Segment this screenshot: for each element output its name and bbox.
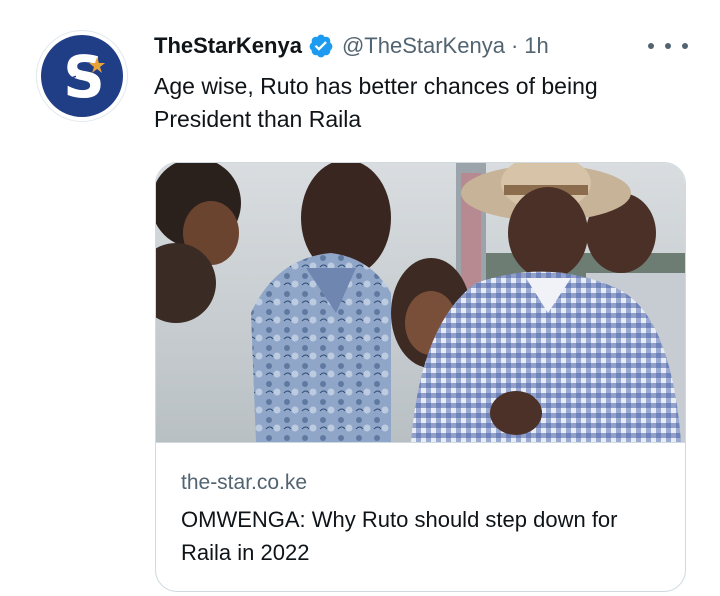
separator-dot: · (510, 33, 519, 58)
tweet[interactable]: S THE TheStarKenya @TheStarKenya · 1h Ag… (0, 0, 720, 596)
timestamp[interactable]: 1h (524, 33, 548, 59)
dot (682, 43, 688, 49)
card-divider (156, 442, 685, 443)
tweet-header: TheStarKenya @TheStarKenya · 1h (154, 30, 549, 62)
link-preview-card[interactable]: the-star.co.ke OMWENGA: Why Ruto should … (155, 162, 686, 592)
avatar-logo: S THE (41, 35, 123, 117)
verified-badge-icon (308, 33, 334, 59)
card-domain: the-star.co.ke (181, 471, 308, 494)
dot (665, 43, 671, 49)
card-image (156, 163, 685, 442)
user-handle[interactable]: @TheStarKenya (342, 33, 505, 59)
dot (648, 43, 654, 49)
author-avatar[interactable]: S THE (36, 30, 128, 122)
display-name[interactable]: TheStarKenya (154, 33, 302, 59)
tweet-text: Age wise, Ruto has better chances of bei… (154, 73, 598, 132)
more-horizontal-icon[interactable] (648, 36, 688, 56)
card-title[interactable]: OMWENGA: Why Ruto should step down for R… (181, 503, 671, 569)
